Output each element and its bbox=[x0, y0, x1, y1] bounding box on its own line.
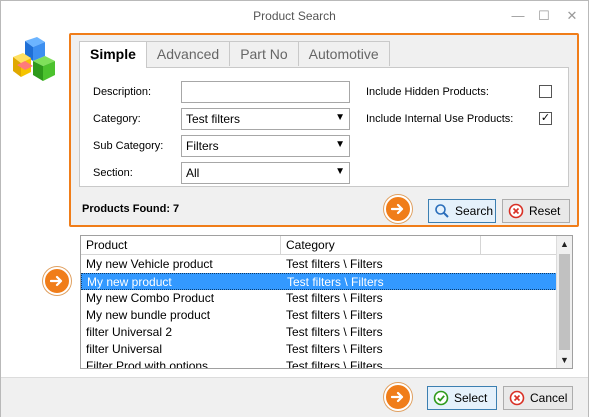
category-cell: Test filters \ Filters bbox=[286, 257, 383, 271]
column-header-empty bbox=[481, 236, 557, 255]
close-icon[interactable]: ✕ bbox=[560, 5, 584, 27]
tab-simple[interactable]: Simple bbox=[79, 41, 147, 68]
table-row[interactable]: Filter Prod with options Test filters \ … bbox=[81, 358, 557, 369]
product-search-window: Product Search — ☐ ✕ Simple Advanced Par… bbox=[0, 0, 589, 417]
scroll-down-icon[interactable]: ▼ bbox=[557, 352, 572, 368]
description-label: Description: bbox=[93, 86, 152, 98]
vertical-scrollbar[interactable]: ▲ ▼ bbox=[556, 236, 572, 368]
product-cubes-icon bbox=[13, 37, 55, 81]
product-cell: My new bundle product bbox=[86, 308, 211, 322]
subcategory-select[interactable]: Filters ▼ bbox=[181, 135, 350, 157]
reset-icon bbox=[508, 203, 524, 219]
category-value: Test filters bbox=[186, 112, 241, 126]
tab-part-no[interactable]: Part No bbox=[229, 41, 299, 66]
chevron-down-icon: ▼ bbox=[335, 139, 345, 150]
maximize-icon[interactable]: ☐ bbox=[532, 5, 556, 27]
table-row[interactable]: filter Universal 2 Test filters \ Filter… bbox=[81, 324, 557, 341]
products-found-count: Products Found: 7 bbox=[82, 203, 180, 215]
reset-button-label: Reset bbox=[529, 204, 561, 218]
column-header-category[interactable]: Category bbox=[281, 236, 481, 255]
reset-button[interactable]: Reset bbox=[502, 199, 570, 223]
column-header-product[interactable]: Product bbox=[81, 236, 281, 255]
arrow-right-icon bbox=[384, 195, 412, 223]
description-input[interactable] bbox=[181, 81, 350, 103]
category-cell: Test filters \ Filters bbox=[286, 325, 383, 339]
tab-automotive[interactable]: Automotive bbox=[297, 41, 390, 66]
include-hidden-checkbox[interactable] bbox=[539, 85, 552, 98]
category-cell: Test filters \ Filters bbox=[286, 291, 383, 305]
product-cell: filter Universal bbox=[86, 342, 163, 356]
category-label: Category: bbox=[93, 113, 141, 125]
table-row[interactable]: My new Combo Product Test filters \ Filt… bbox=[81, 290, 557, 307]
magnifier-icon bbox=[435, 204, 449, 218]
checkmark-icon bbox=[433, 390, 449, 406]
grid-header: Product Category bbox=[81, 236, 557, 255]
category-cell: Test filters \ Filters bbox=[286, 308, 383, 322]
window-title: Product Search bbox=[253, 9, 336, 23]
table-row-selected[interactable]: My new product Test filters \ Filters bbox=[81, 273, 557, 290]
subcategory-label: Sub Category: bbox=[93, 140, 164, 152]
table-row[interactable]: filter Universal Test filters \ Filters bbox=[81, 341, 557, 358]
title-bar: Product Search — ☐ ✕ bbox=[1, 1, 588, 32]
category-cell: Test filters \ Filters bbox=[287, 275, 384, 289]
arrow-right-icon bbox=[384, 383, 412, 411]
tab-advanced[interactable]: Advanced bbox=[145, 41, 231, 66]
section-value: All bbox=[186, 166, 200, 180]
subcategory-value: Filters bbox=[186, 139, 219, 153]
scroll-thumb[interactable] bbox=[559, 254, 570, 350]
section-select[interactable]: All ▼ bbox=[181, 162, 350, 184]
search-tabs: Simple Advanced Part No Automotive bbox=[79, 41, 390, 68]
results-grid: Product Category My new Vehicle product … bbox=[80, 235, 573, 369]
product-cell: My new Combo Product bbox=[86, 291, 215, 305]
cancel-button-label: Cancel bbox=[530, 391, 568, 405]
simple-search-panel: Description: Category: Test filters ▼ Su… bbox=[79, 67, 569, 187]
select-button[interactable]: Select bbox=[427, 386, 497, 410]
category-cell: Test filters \ Filters bbox=[286, 359, 383, 369]
chevron-down-icon: ▼ bbox=[335, 166, 345, 177]
table-row[interactable]: My new Vehicle product Test filters \ Fi… bbox=[81, 256, 557, 273]
category-cell: Test filters \ Filters bbox=[286, 342, 383, 356]
search-panel: Simple Advanced Part No Automotive Descr… bbox=[69, 33, 579, 227]
search-button-label: Search bbox=[455, 204, 494, 218]
search-button[interactable]: Search bbox=[428, 199, 496, 223]
product-cell: My new product bbox=[87, 275, 172, 289]
minimize-icon[interactable]: — bbox=[506, 5, 530, 27]
scroll-up-icon[interactable]: ▲ bbox=[557, 236, 572, 252]
table-row[interactable]: My new bundle product Test filters \ Fil… bbox=[81, 307, 557, 324]
chevron-down-icon: ▼ bbox=[335, 112, 345, 123]
section-label: Section: bbox=[93, 167, 133, 179]
arrow-right-icon bbox=[43, 267, 71, 295]
include-hidden-label: Include Hidden Products: bbox=[366, 86, 489, 98]
select-button-label: Select bbox=[454, 391, 488, 405]
include-internal-label: Include Internal Use Products: bbox=[366, 113, 514, 125]
dialog-footer: Select Cancel bbox=[1, 377, 588, 417]
product-cell: Filter Prod with options bbox=[86, 359, 209, 369]
category-select[interactable]: Test filters ▼ bbox=[181, 108, 350, 130]
cancel-button[interactable]: Cancel bbox=[503, 386, 573, 410]
include-internal-checkbox[interactable]: ✓ bbox=[539, 112, 552, 125]
product-cell: My new Vehicle product bbox=[86, 257, 213, 271]
product-cell: filter Universal 2 bbox=[86, 325, 173, 339]
cancel-icon bbox=[509, 390, 525, 406]
